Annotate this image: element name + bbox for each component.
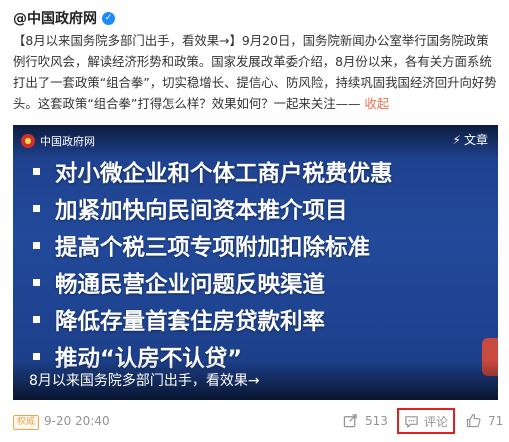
author-name[interactable]: @中国政府网 [13, 8, 97, 28]
bullet-icon [33, 242, 40, 249]
bullet-text: 降低存量首套住房贷款利率 [55, 308, 326, 335]
video-watermark: 中国政府网 [21, 133, 95, 149]
article-link[interactable]: ⚡ 文章 [453, 131, 488, 148]
comment-label: 评论 [423, 414, 448, 429]
like-count: 71 [488, 413, 504, 428]
video-caption-bar: 8月以来国务院多部门出手，看效果→ [13, 360, 498, 400]
verified-icon: ✓ [102, 11, 115, 25]
bullet-text: 对小微企业和个体工商户税费优惠 [55, 160, 393, 187]
thumbs-up-icon [466, 413, 481, 428]
video-player[interactable]: 中国政府网 ⚡ 文章 对小微企业和个体工商户税费优惠 加紧加快向民间资本推介项目… [13, 125, 498, 400]
comment-button[interactable]: 评论 [397, 408, 455, 434]
bullet-text: 加紧加快向民间资本推介项目 [55, 197, 348, 224]
bullet-icon [33, 205, 40, 212]
bullet-list: 对小微企业和个体工商户税费优惠 加紧加快向民间资本推介项目 提高个税三项专项附加… [31, 153, 393, 375]
video-caption: 8月以来国务院多部门出手，看效果→ [29, 373, 260, 389]
bullet-icon [33, 279, 40, 286]
post-timestamp[interactable]: 9-20 20:40 [44, 414, 110, 428]
lightning-icon: ⚡ [452, 132, 461, 147]
collapse-link[interactable]: 收起 [364, 96, 389, 111]
bullet-item: 对小微企业和个体工商户税费优惠 [31, 153, 393, 190]
post-text: 【8月以来国务院多部门出手，看效果→】9月20日，国务院新闻办公室举行国务院政策… [13, 30, 498, 114]
bullet-item: 加紧加快向民间资本推介项目 [31, 190, 393, 227]
bullet-icon [33, 316, 40, 323]
bullet-icon [33, 168, 40, 175]
authority-badge: 权威 [13, 415, 40, 430]
watermark-text: 中国政府网 [40, 135, 95, 148]
share-count: 513 [365, 413, 388, 428]
bullet-item: 提高个税三项专项附加扣除标准 [31, 227, 393, 264]
article-label: 文章 [463, 133, 488, 147]
like-button[interactable]: 71 [466, 413, 503, 428]
post-body: 【8月以来国务院多部门出手，看效果→】9月20日，国务院新闻办公室举行国务院政策… [13, 33, 497, 111]
bullet-icon [33, 353, 40, 360]
bullet-text: 畅通民营企业问题反映渠道 [55, 271, 326, 298]
share-button[interactable]: 513 [343, 413, 388, 428]
post-author[interactable]: @中国政府网 ✓ [13, 8, 115, 28]
national-emblem-icon [21, 134, 35, 148]
post-footer: 权威 9-20 20:40 513 评论 71 [0, 408, 509, 438]
bullet-item: 畅通民营企业问题反映渠道 [31, 264, 393, 301]
bullet-text: 提高个税三项专项附加扣除标准 [55, 234, 371, 261]
comment-icon [405, 415, 418, 428]
bullet-item: 降低存量首套住房贷款利率 [31, 301, 393, 338]
share-icon [343, 414, 357, 428]
